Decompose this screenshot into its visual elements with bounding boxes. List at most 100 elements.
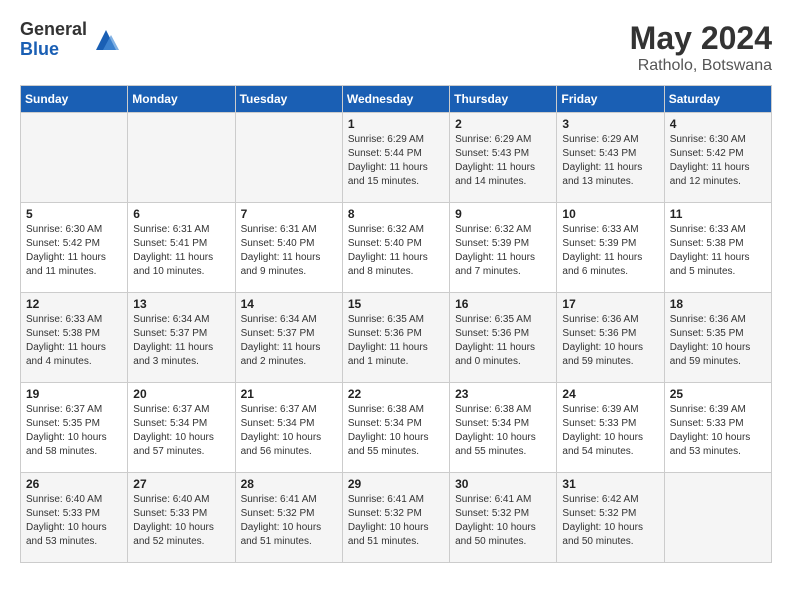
day-info: Sunrise: 6:33 AM Sunset: 5:38 PM Dayligh… [26,313,122,369]
day-info: Sunrise: 6:29 AM Sunset: 5:43 PM Dayligh… [455,133,551,189]
calendar-cell [128,113,235,203]
calendar-week-row: 12 Sunrise: 6:33 AM Sunset: 5:38 PM Dayli… [21,293,772,383]
calendar-cell: 16 Sunrise: 6:35 AM Sunset: 5:36 PM Dayli… [450,293,557,383]
calendar-cell: 9 Sunrise: 6:32 AM Sunset: 5:39 PM Daylig… [450,203,557,293]
weekday-header-friday: Friday [557,86,664,113]
logo-icon [91,25,121,55]
day-info: Sunrise: 6:41 AM Sunset: 5:32 PM Dayligh… [241,493,337,549]
location-subtitle: Ratholo, Botswana [630,57,772,75]
day-info: Sunrise: 6:35 AM Sunset: 5:36 PM Dayligh… [455,313,551,369]
weekday-header-row: SundayMondayTuesdayWednesdayThursdayFrid… [21,86,772,113]
day-number: 20 [133,387,229,401]
day-number: 9 [455,207,551,221]
calendar-cell [235,113,342,203]
calendar-cell: 14 Sunrise: 6:34 AM Sunset: 5:37 PM Dayli… [235,293,342,383]
calendar-cell: 26Sunrise: 6:40 AM Sunset: 5:33 PM Dayli… [21,473,128,563]
weekday-header-saturday: Saturday [664,86,771,113]
day-info: Sunrise: 6:41 AM Sunset: 5:32 PM Dayligh… [348,493,444,549]
day-number: 15 [348,297,444,311]
day-info: Sunrise: 6:34 AM Sunset: 5:37 PM Dayligh… [241,313,337,369]
calendar-cell: 4 Sunrise: 6:30 AM Sunset: 5:42 PM Daylig… [664,113,771,203]
calendar-cell: 19Sunrise: 6:37 AM Sunset: 5:35 PM Dayli… [21,383,128,473]
calendar-cell: 13 Sunrise: 6:34 AM Sunset: 5:37 PM Dayli… [128,293,235,383]
calendar-cell: 23Sunrise: 6:38 AM Sunset: 5:34 PM Dayli… [450,383,557,473]
day-number: 29 [348,477,444,491]
day-number: 27 [133,477,229,491]
month-year-title: May 2024 [630,20,772,57]
day-number: 24 [562,387,658,401]
day-number: 22 [348,387,444,401]
day-number: 14 [241,297,337,311]
day-number: 6 [133,207,229,221]
weekday-header-monday: Monday [128,86,235,113]
weekday-header-thursday: Thursday [450,86,557,113]
calendar-cell: 10 Sunrise: 6:33 AM Sunset: 5:39 PM Dayli… [557,203,664,293]
calendar-week-row: 26Sunrise: 6:40 AM Sunset: 5:33 PM Dayli… [21,473,772,563]
calendar-cell: 17Sunrise: 6:36 AM Sunset: 5:36 PM Dayli… [557,293,664,383]
calendar-cell: 27Sunrise: 6:40 AM Sunset: 5:33 PM Dayli… [128,473,235,563]
calendar-table: SundayMondayTuesdayWednesdayThursdayFrid… [20,85,772,563]
page-header: General Blue May 2024 Ratholo, Botswana [20,20,772,75]
day-number: 4 [670,117,766,131]
calendar-cell: 12 Sunrise: 6:33 AM Sunset: 5:38 PM Dayli… [21,293,128,383]
day-info: Sunrise: 6:29 AM Sunset: 5:43 PM Dayligh… [562,133,658,189]
day-number: 25 [670,387,766,401]
day-number: 12 [26,297,122,311]
calendar-cell: 28 Sunrise: 6:41 AM Sunset: 5:32 PM Dayli… [235,473,342,563]
day-info: Sunrise: 6:33 AM Sunset: 5:38 PM Dayligh… [670,223,766,279]
day-info: Sunrise: 6:38 AM Sunset: 5:34 PM Dayligh… [348,403,444,459]
day-info: Sunrise: 6:37 AM Sunset: 5:34 PM Dayligh… [133,403,229,459]
day-info: Sunrise: 6:29 AM Sunset: 5:44 PM Dayligh… [348,133,444,189]
weekday-header-sunday: Sunday [21,86,128,113]
day-info: Sunrise: 6:35 AM Sunset: 5:36 PM Dayligh… [348,313,444,369]
day-number: 28 [241,477,337,491]
calendar-cell: 24 Sunrise: 6:39 AM Sunset: 5:33 PM Dayli… [557,383,664,473]
day-number: 10 [562,207,658,221]
calendar-cell: 1 Sunrise: 6:29 AM Sunset: 5:44 PM Daylig… [342,113,449,203]
logo: General Blue [20,20,121,60]
day-number: 7 [241,207,337,221]
calendar-week-row: 5Sunrise: 6:30 AM Sunset: 5:42 PM Daylig… [21,203,772,293]
calendar-cell: 11 Sunrise: 6:33 AM Sunset: 5:38 PM Dayli… [664,203,771,293]
day-number: 30 [455,477,551,491]
day-info: Sunrise: 6:30 AM Sunset: 5:42 PM Dayligh… [670,133,766,189]
calendar-cell [664,473,771,563]
day-info: Sunrise: 6:42 AM Sunset: 5:32 PM Dayligh… [562,493,658,549]
day-info: Sunrise: 6:32 AM Sunset: 5:40 PM Dayligh… [348,223,444,279]
day-info: Sunrise: 6:31 AM Sunset: 5:41 PM Dayligh… [133,223,229,279]
calendar-cell: 25Sunrise: 6:39 AM Sunset: 5:33 PM Dayli… [664,383,771,473]
calendar-cell: 31Sunrise: 6:42 AM Sunset: 5:32 PM Dayli… [557,473,664,563]
day-number: 16 [455,297,551,311]
day-number: 2 [455,117,551,131]
day-number: 18 [670,297,766,311]
day-number: 13 [133,297,229,311]
calendar-cell: 3 Sunrise: 6:29 AM Sunset: 5:43 PM Daylig… [557,113,664,203]
calendar-cell: 5Sunrise: 6:30 AM Sunset: 5:42 PM Daylig… [21,203,128,293]
day-number: 21 [241,387,337,401]
day-number: 23 [455,387,551,401]
day-number: 1 [348,117,444,131]
calendar-cell: 18Sunrise: 6:36 AM Sunset: 5:35 PM Dayli… [664,293,771,383]
title-block: May 2024 Ratholo, Botswana [630,20,772,75]
calendar-cell: 6 Sunrise: 6:31 AM Sunset: 5:41 PM Daylig… [128,203,235,293]
day-info: Sunrise: 6:37 AM Sunset: 5:35 PM Dayligh… [26,403,122,459]
day-number: 3 [562,117,658,131]
calendar-week-row: 1 Sunrise: 6:29 AM Sunset: 5:44 PM Daylig… [21,113,772,203]
day-info: Sunrise: 6:41 AM Sunset: 5:32 PM Dayligh… [455,493,551,549]
calendar-week-row: 19Sunrise: 6:37 AM Sunset: 5:35 PM Dayli… [21,383,772,473]
day-info: Sunrise: 6:33 AM Sunset: 5:39 PM Dayligh… [562,223,658,279]
day-info: Sunrise: 6:37 AM Sunset: 5:34 PM Dayligh… [241,403,337,459]
calendar-cell: 20 Sunrise: 6:37 AM Sunset: 5:34 PM Dayli… [128,383,235,473]
day-info: Sunrise: 6:32 AM Sunset: 5:39 PM Dayligh… [455,223,551,279]
day-info: Sunrise: 6:34 AM Sunset: 5:37 PM Dayligh… [133,313,229,369]
day-info: Sunrise: 6:39 AM Sunset: 5:33 PM Dayligh… [562,403,658,459]
day-info: Sunrise: 6:40 AM Sunset: 5:33 PM Dayligh… [26,493,122,549]
day-info: Sunrise: 6:30 AM Sunset: 5:42 PM Dayligh… [26,223,122,279]
calendar-cell: 30 Sunrise: 6:41 AM Sunset: 5:32 PM Dayli… [450,473,557,563]
logo-general-text: General [20,20,87,40]
logo-blue-text: Blue [20,40,87,60]
day-info: Sunrise: 6:31 AM Sunset: 5:40 PM Dayligh… [241,223,337,279]
calendar-cell: 15 Sunrise: 6:35 AM Sunset: 5:36 PM Dayli… [342,293,449,383]
day-number: 11 [670,207,766,221]
calendar-cell: 8Sunrise: 6:32 AM Sunset: 5:40 PM Daylig… [342,203,449,293]
